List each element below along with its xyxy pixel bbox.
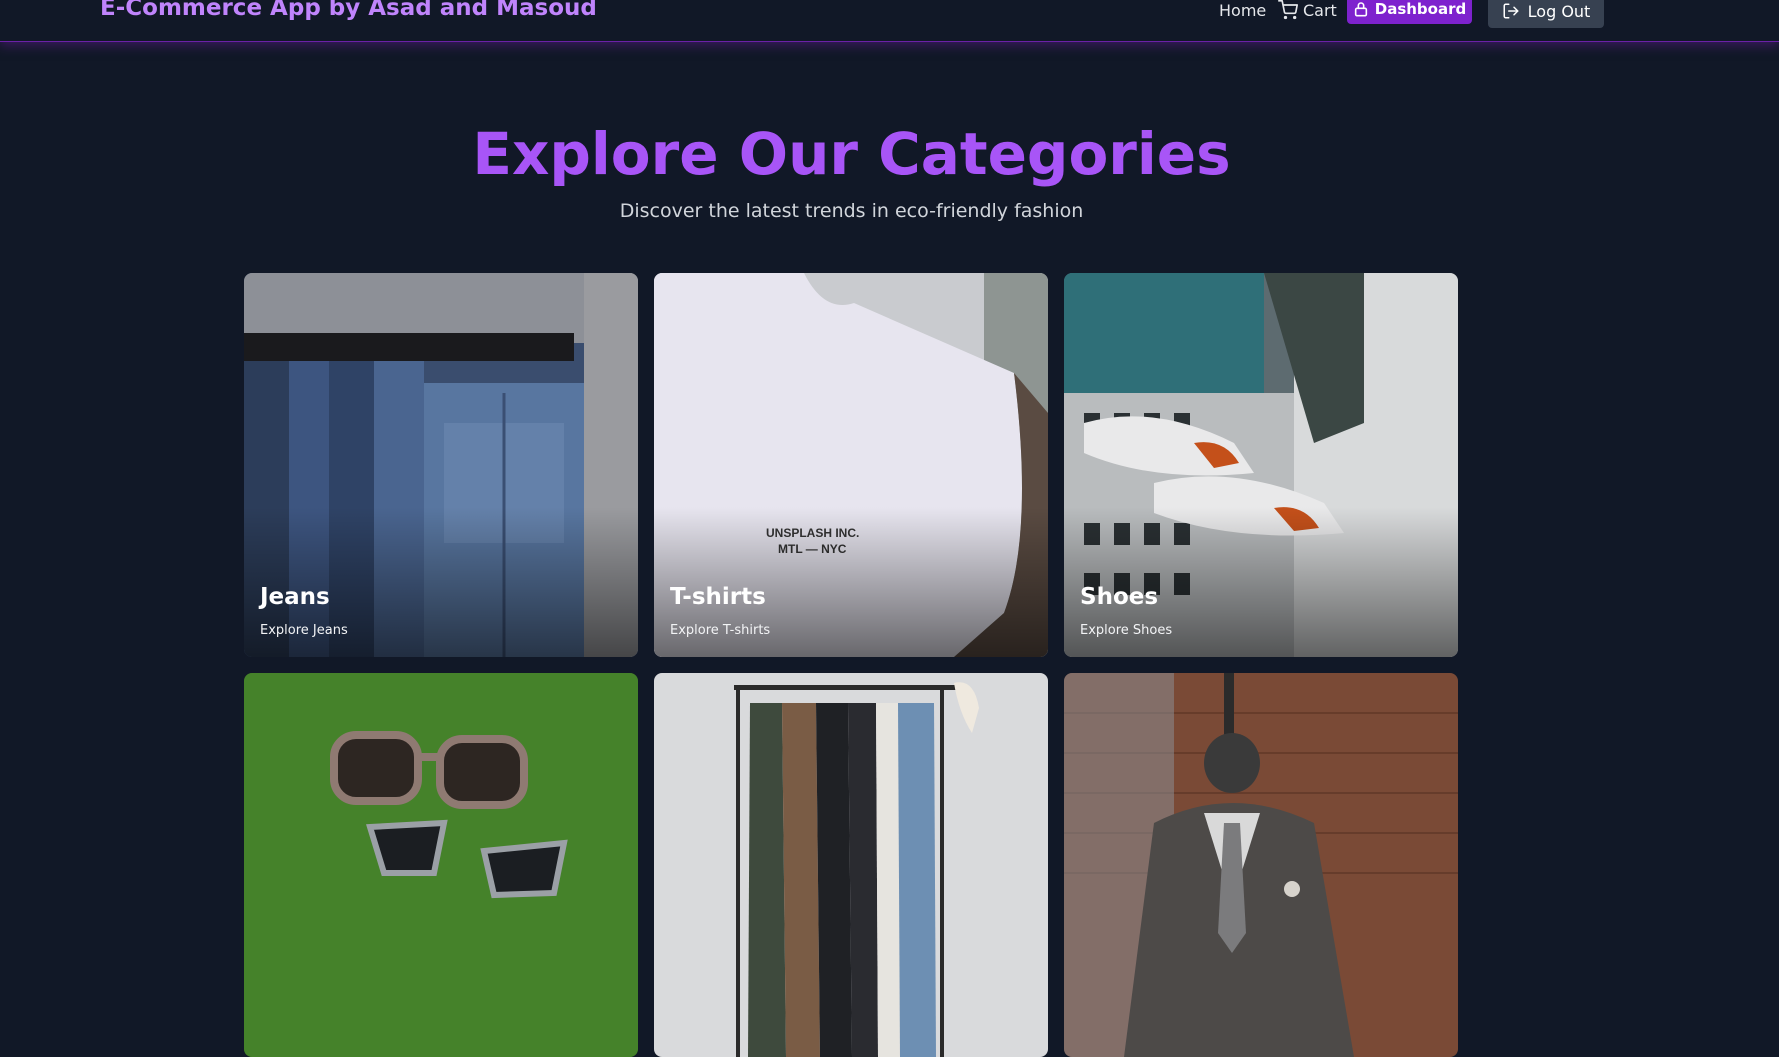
dashboard-label: Dashboard [1374,0,1467,18]
suit-image [1064,673,1458,1057]
logout-button[interactable]: Log Out [1488,0,1604,28]
lock-icon [1354,2,1367,17]
nav-cart-label: Cart [1303,0,1337,20]
nav-cart-link[interactable]: Cart [1278,0,1337,20]
category-card-clothing-rack[interactable] [654,673,1048,1057]
category-subtitle: Explore Shoes [1080,623,1173,638]
dashboard-button[interactable]: Dashboard [1347,0,1472,24]
category-card-jeans[interactable]: Jeans Explore Jeans [244,273,638,657]
logout-icon [1503,3,1519,19]
category-card-shoes[interactable]: Shoes Explore Shoes [1064,273,1458,657]
logout-label: Log Out [1527,1,1591,21]
nav-home-label: Home [1219,0,1267,20]
cart-icon [1278,0,1298,20]
clothing-rack-image [654,673,1048,1057]
category-title: T-shirts [670,584,766,610]
category-card-sunglasses[interactable] [244,673,638,1057]
nav-home-link[interactable]: Home [1219,0,1266,20]
page-title: Explore Our Categories [472,120,1231,188]
category-card-suits[interactable] [1064,673,1458,1057]
category-title: Shoes [1080,584,1159,610]
navbar: E-Commerce App by Asad and Masoud Home C… [0,0,1779,42]
category-title: Jeans [260,584,330,610]
category-subtitle: Explore T-shirts [670,623,771,638]
sunglasses-image [244,673,638,1057]
brand-title[interactable]: E-Commerce App by Asad and Masoud [100,0,597,21]
page-subtitle: Discover the latest trends in eco-friend… [619,200,1084,222]
category-subtitle: Explore Jeans [260,623,348,638]
category-card-tshirts[interactable]: UNSPLASH INC. MTL — NYC T-shirts Explore… [654,273,1048,657]
